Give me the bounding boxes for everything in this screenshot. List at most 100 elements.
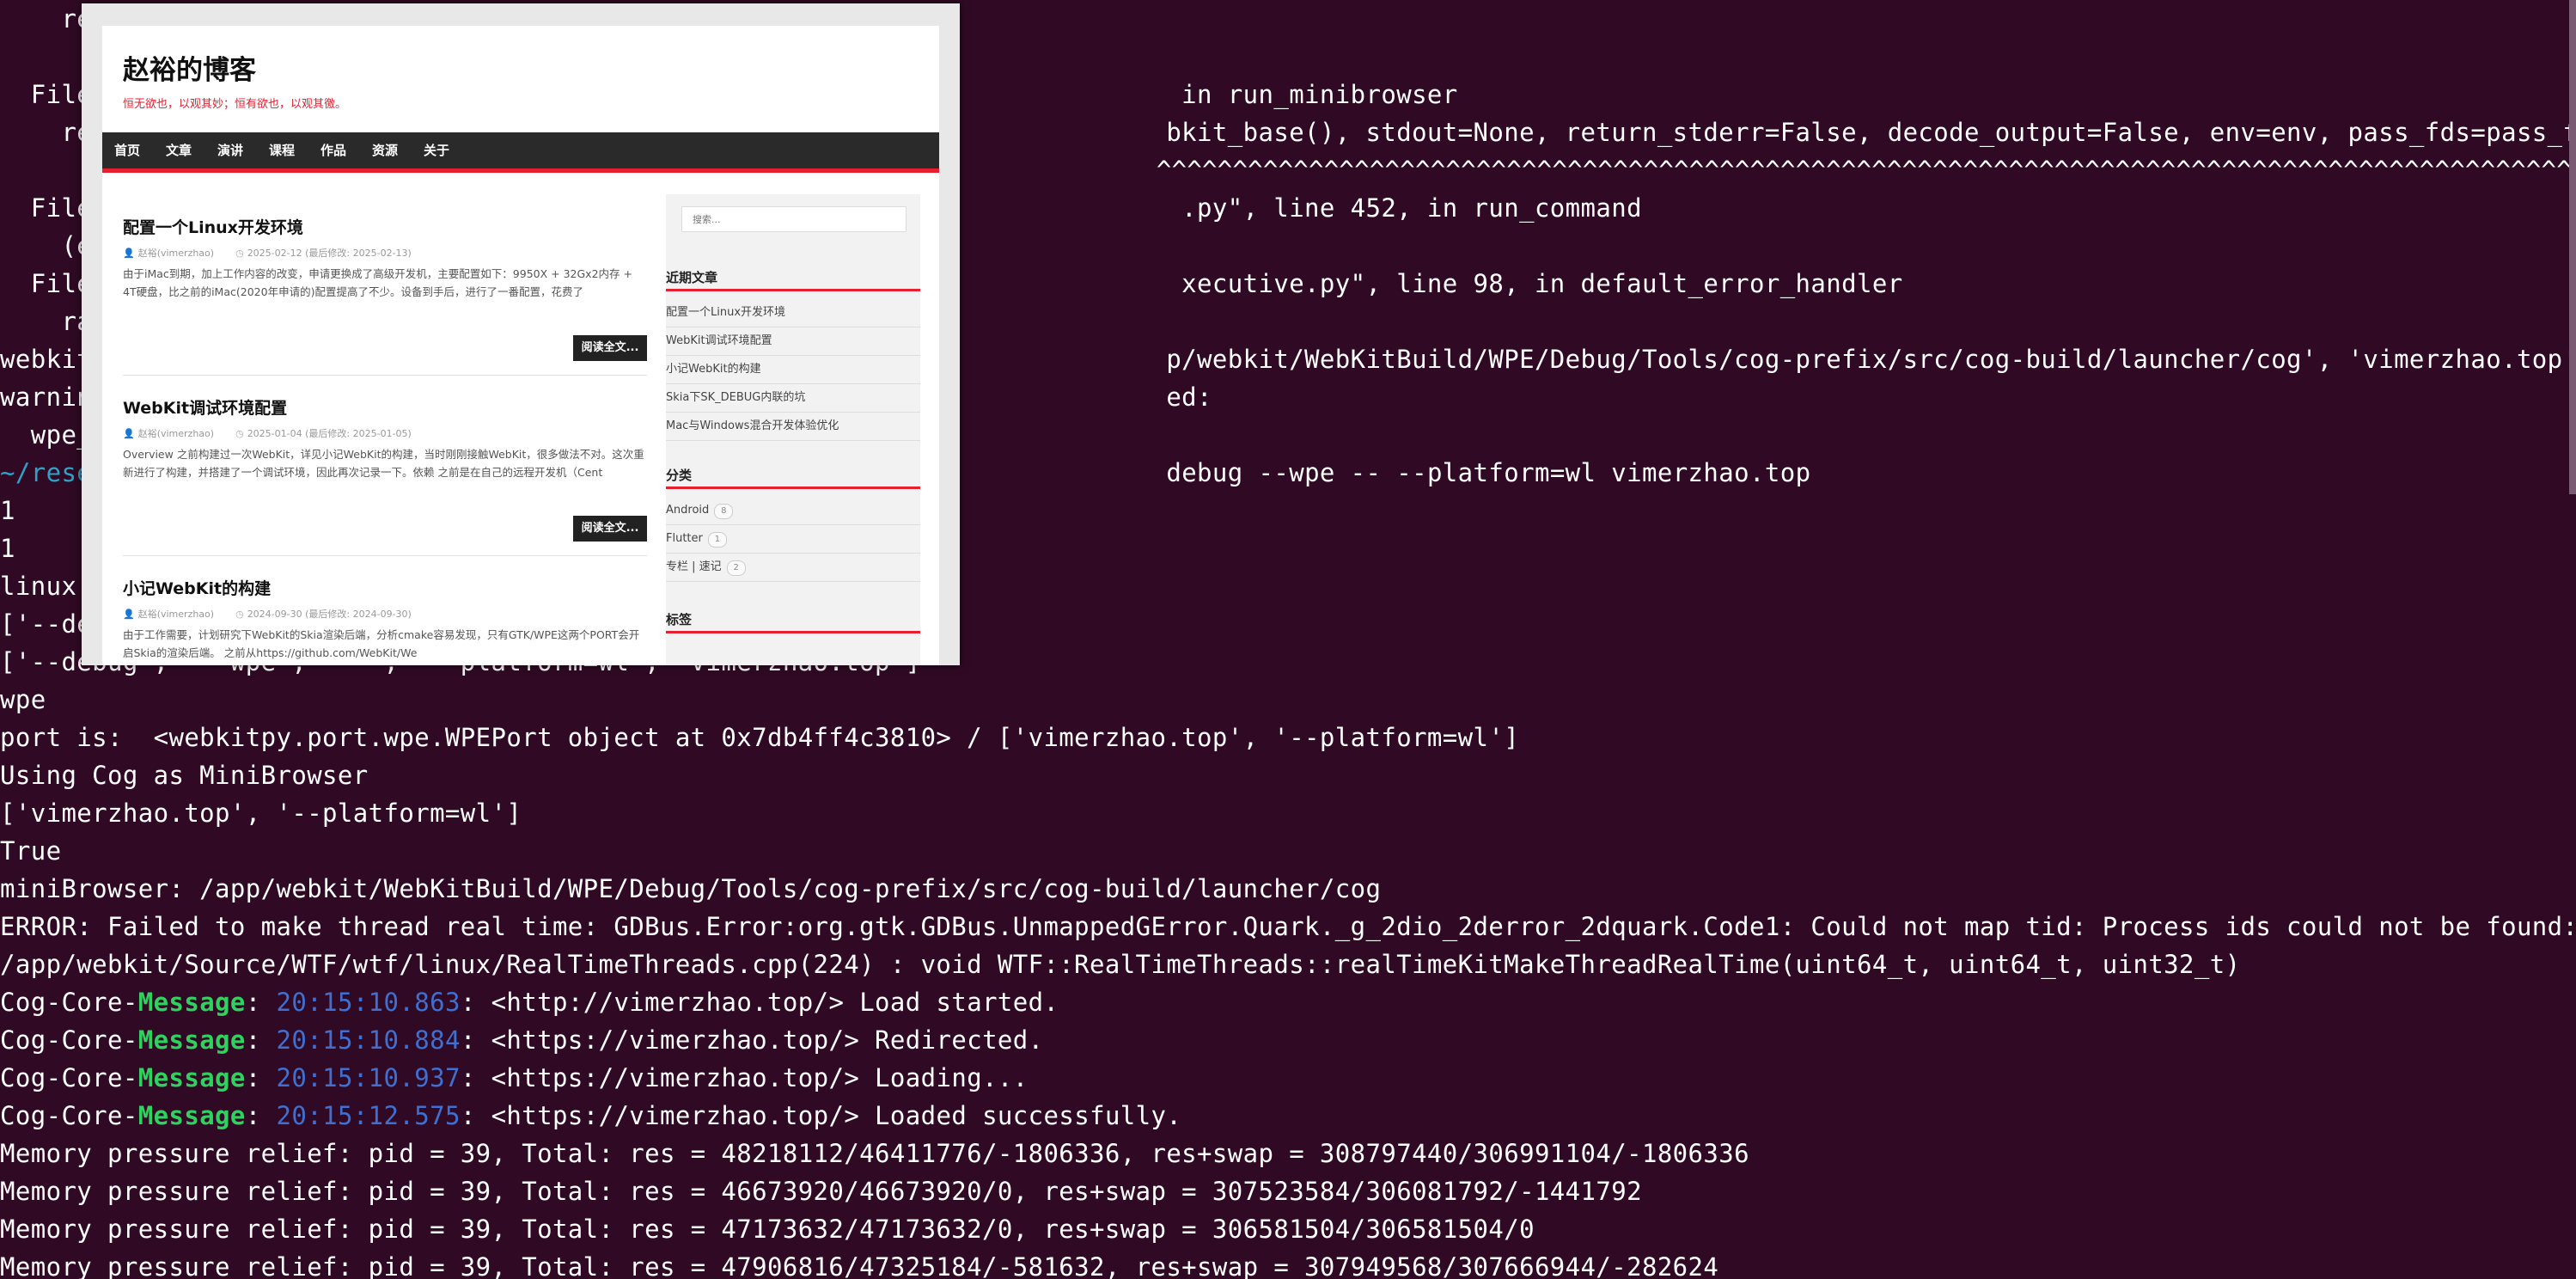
- post-divider: [123, 555, 647, 556]
- tags-title: 标签: [666, 610, 920, 633]
- recent-posts-title: 近期文章: [666, 268, 920, 291]
- terminal-text: : <https://vimerzhao.top/> Loading...: [460, 1063, 1029, 1092]
- clock-icon: ◷: [235, 428, 244, 439]
- terminal-line: Memory pressure relief: pid = 39, Total:…: [0, 1172, 1642, 1210]
- search-input[interactable]: [681, 206, 906, 232]
- terminal-text: 1: [0, 496, 15, 525]
- log-level-label: Message: [137, 988, 246, 1017]
- terminal-line: port is: <webkitpy.port.wpe.WPEPort obje…: [0, 719, 1519, 756]
- terminal-text: Memory pressure relief: pid = 39, Total:…: [0, 1139, 1749, 1168]
- log-timestamp: 20:15:12.575: [276, 1101, 461, 1130]
- terminal-text: re: [0, 4, 93, 34]
- post-meta: 👤 赵裕(vimerzhao) ◷ 2025-02-12 (最后修改: 2025-0…: [123, 246, 412, 260]
- terminal-text: Cog-Core-: [0, 988, 138, 1017]
- category-name[interactable]: Android: [666, 504, 709, 517]
- terminal-line: True: [0, 832, 61, 870]
- terminal-text: Memory pressure relief: pid = 39, Total:…: [0, 1252, 1719, 1279]
- category-count: 2: [726, 560, 746, 576]
- log-level-label: Message: [137, 1101, 246, 1130]
- post-excerpt: Overview 之前构建过一次WebKit，详见小记WebKit的构建，当时刚…: [123, 448, 644, 479]
- terminal-text: ~/rese: [0, 458, 93, 487]
- terminal-text: port is: <webkitpy.port.wpe.WPEPort obje…: [0, 723, 1520, 752]
- terminal-text: Using Cog as MiniBrowser: [0, 761, 369, 790]
- post-date: 2025-01-04 (最后修改: 2025-01-05): [247, 428, 412, 439]
- category-link[interactable]: Android 8: [666, 497, 920, 525]
- clock-icon: ◷: [235, 248, 244, 259]
- nav-item-talks[interactable]: 演讲: [217, 132, 243, 168]
- terminal-text: ['vimerzhao.top', '--platform=wl']: [0, 799, 522, 828]
- post-date: 2025-02-12 (最后修改: 2025-02-13): [247, 248, 412, 259]
- log-timestamp: 20:15:10.937: [276, 1063, 461, 1092]
- recent-post-link[interactable]: Skia下SK_DEBUG内联的坑: [666, 384, 920, 413]
- terminal-text: :: [245, 988, 277, 1017]
- terminal-text: linux: [0, 572, 77, 601]
- site-title[interactable]: 赵裕的博客: [123, 48, 256, 87]
- read-more-button[interactable]: 阅读全文...: [573, 516, 647, 542]
- terminal-text: ERROR: Failed to make thread real time: …: [0, 912, 2576, 941]
- terminal-text: Cog-Core-: [0, 1063, 138, 1092]
- post-excerpt: 由于工作需要，计划研究下WebKit的Skia渲染后端，分析cmake容易发现，…: [123, 628, 640, 659]
- post-author[interactable]: 赵裕(vimerzhao): [138, 248, 214, 259]
- terminal-line: (e: [0, 227, 92, 265]
- post-author[interactable]: 赵裕(vimerzhao): [138, 428, 214, 439]
- post-author[interactable]: 赵裕(vimerzhao): [138, 609, 214, 620]
- clock-icon: ◷: [235, 609, 244, 620]
- terminal-text: 1: [0, 534, 15, 563]
- terminal-text: : <https://vimerzhao.top/> Redirected.: [460, 1025, 1044, 1055]
- nav-item-resources[interactable]: 资源: [372, 132, 398, 168]
- category-name[interactable]: Flutter: [666, 532, 703, 545]
- category-link[interactable]: Flutter 1: [666, 525, 920, 554]
- terminal-text: ['--de: [0, 609, 93, 639]
- post-title[interactable]: 小记WebKit的构建: [123, 576, 271, 599]
- terminal-text: Memory pressure relief: pid = 39, Total:…: [0, 1215, 1535, 1244]
- log-timestamp: 20:15:10.863: [276, 988, 461, 1017]
- terminal-line: Memory pressure relief: pid = 39, Total:…: [0, 1135, 1749, 1172]
- category-count: 8: [714, 504, 734, 519]
- recent-post-link[interactable]: Mac与Windows混合开发体验优化: [666, 413, 920, 441]
- terminal-line: wpe_: [0, 416, 92, 454]
- category-name[interactable]: 专栏 | 速记: [666, 560, 722, 573]
- nav-item-works[interactable]: 作品: [320, 132, 346, 168]
- terminal-line: ra: [0, 303, 92, 340]
- recent-post-link[interactable]: 小记WebKit的构建: [666, 356, 920, 384]
- site-subtitle: 恒无欲也，以观其妙；恒有欲也，以观其徼。: [123, 98, 347, 111]
- terminal-text: Cog-Core-: [0, 1101, 138, 1130]
- post-title[interactable]: WebKit调试环境配置: [123, 395, 287, 419]
- terminal-text: :: [245, 1063, 277, 1092]
- recent-post-link[interactable]: WebKit调试环境配置: [666, 327, 920, 356]
- log-level-label: Message: [137, 1063, 246, 1092]
- terminal-line: linux: [0, 567, 76, 605]
- terminal-line: miniBrowser: /app/webkit/WebKitBuild/WPE…: [0, 870, 1381, 908]
- nav-item-courses[interactable]: 课程: [269, 132, 295, 168]
- terminal-line: re: [0, 0, 92, 38]
- sidebar: 近期文章 配置一个Linux开发环境 WebKit调试环境配置 小记WebKit…: [666, 194, 920, 665]
- categories-title: 分类: [666, 466, 920, 489]
- terminal-line: 1: [0, 492, 15, 529]
- terminal-text: wpe: [0, 685, 46, 714]
- user-icon: 👤: [123, 248, 135, 259]
- terminal-line: ['vimerzhao.top', '--platform=wl']: [0, 794, 522, 832]
- nav-item-articles[interactable]: 文章: [166, 132, 192, 168]
- terminal-text: :: [245, 1025, 277, 1055]
- terminal-line: 1: [0, 529, 15, 567]
- terminal-text: :: [245, 1101, 277, 1130]
- post-title[interactable]: 配置一个Linux开发环境: [123, 215, 303, 238]
- read-more-button[interactable]: 阅读全文...: [573, 335, 647, 361]
- post-excerpt: 由于iMac到期，加上工作内容的改变，申请更换成了高级开发机，主要配置如下：99…: [123, 267, 632, 298]
- terminal-text: (e: [0, 231, 93, 260]
- blog-page: 赵裕的博客 恒无欲也，以观其妙；恒有欲也，以观其徼。 首页 文章 演讲 课程 作…: [102, 26, 939, 665]
- terminal-line: ['--de: [0, 605, 92, 643]
- nav-item-about[interactable]: 关于: [424, 132, 449, 168]
- terminal-line: Cog-Core-Message: 20:15:12.575: <https:/…: [0, 1097, 1181, 1135]
- terminal-line: Memory pressure relief: pid = 39, Total:…: [0, 1210, 1535, 1248]
- terminal-line: Cog-Core-Message: 20:15:10.937: <https:/…: [0, 1059, 1029, 1097]
- terminal-scrollbar[interactable]: [2569, 0, 2576, 494]
- terminal-line: Cog-Core-Message: 20:15:10.884: <https:/…: [0, 1021, 1044, 1059]
- terminal-text: : <http://vimerzhao.top/> Load started.: [460, 988, 1059, 1017]
- terminal-text: miniBrowser: /app/webkit/WebKitBuild/WPE…: [0, 874, 1382, 903]
- minibrowser-window[interactable]: 赵裕的博客 恒无欲也，以观其妙；恒有欲也，以观其徼。 首页 文章 演讲 课程 作…: [82, 3, 960, 665]
- recent-post-link[interactable]: 配置一个Linux开发环境: [666, 299, 920, 327]
- log-level-label: Message: [137, 1025, 246, 1055]
- nav-item-home[interactable]: 首页: [114, 132, 140, 168]
- category-link[interactable]: 专栏 | 速记 2: [666, 554, 920, 582]
